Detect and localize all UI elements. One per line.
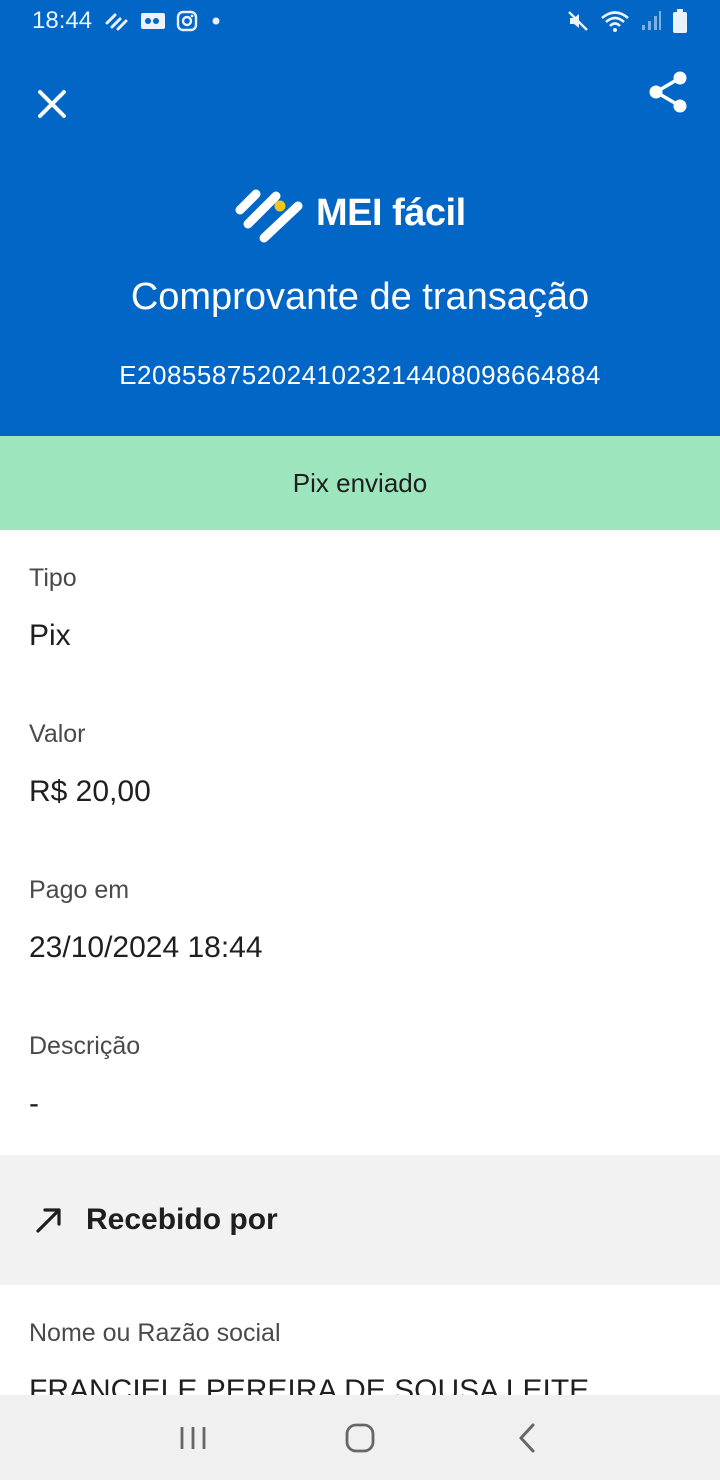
detail-value: Pix — [29, 619, 71, 652]
detail-value: 23/10/2024 18:44 — [29, 931, 263, 964]
detail-pago-em: Pago em 23/10/2024 18:44 — [29, 876, 263, 965]
transaction-details: Tipo Pix Valor R$ 20,00 Pago em 23/10/20… — [0, 530, 720, 1155]
mute-icon — [566, 9, 590, 33]
detail-valor: Valor R$ 20,00 — [29, 720, 151, 809]
status-badge: Pix enviado — [0, 436, 720, 530]
back-button[interactable] — [487, 1403, 567, 1473]
detail-value: - — [29, 1087, 39, 1120]
detail-tipo: Tipo Pix — [29, 564, 77, 653]
share-button[interactable] — [642, 66, 694, 118]
system-nav-bar — [0, 1395, 720, 1480]
status-bar: 18:44 — [0, 0, 720, 42]
detail-nome: Nome ou Razão social FRANCIELE PEREIRA D… — [29, 1319, 589, 1395]
link-icon — [104, 10, 130, 32]
voicemail-icon — [140, 11, 166, 31]
close-button[interactable] — [26, 78, 78, 130]
app-bar — [0, 42, 720, 142]
close-icon — [38, 90, 66, 118]
instagram-icon — [176, 10, 198, 32]
share-icon — [649, 71, 687, 113]
status-right-icons — [566, 8, 688, 34]
brand-logo: MEI fácil — [234, 180, 494, 246]
back-icon — [519, 1423, 535, 1452]
dot-icon — [208, 13, 224, 29]
detail-label: Pago em — [29, 876, 130, 904]
status-text: Pix enviado — [292, 467, 428, 498]
arrow-up-right-icon — [36, 1208, 61, 1233]
transaction-id: E20855875202410232144080986648​84 — [119, 360, 601, 390]
receipt-header: MEI fácil Comprovante de transação E2085… — [0, 142, 720, 436]
brand-name: MEI fácil — [316, 191, 466, 234]
status-time: 18:44 — [32, 7, 93, 34]
section-title: Recebido por — [86, 1203, 278, 1236]
home-button[interactable] — [320, 1403, 400, 1473]
battery-icon — [672, 8, 688, 34]
receiver-section-header: Recebido por — [0, 1155, 720, 1285]
recents-icon — [180, 1426, 206, 1449]
detail-label: Valor — [29, 720, 86, 748]
detail-label: Nome ou Razão social — [29, 1319, 281, 1347]
detail-label: Descrição — [29, 1032, 141, 1060]
logo-mark-icon — [235, 189, 303, 243]
wifi-icon — [600, 9, 630, 33]
signal-icon — [640, 10, 662, 32]
status-left-icons — [104, 10, 224, 32]
recents-button[interactable] — [153, 1403, 233, 1473]
page-title: Comprovante de transação — [130, 276, 590, 318]
detail-descricao: Descrição - — [29, 1032, 140, 1121]
home-icon — [345, 1423, 375, 1452]
receiver-details: Nome ou Razão social FRANCIELE PEREIRA D… — [0, 1285, 720, 1395]
detail-value: FRANCIELE PEREIRA DE SOUSA LEITE — [29, 1374, 590, 1395]
detail-value: R$ 20,00 — [29, 775, 151, 808]
detail-label: Tipo — [29, 564, 77, 592]
